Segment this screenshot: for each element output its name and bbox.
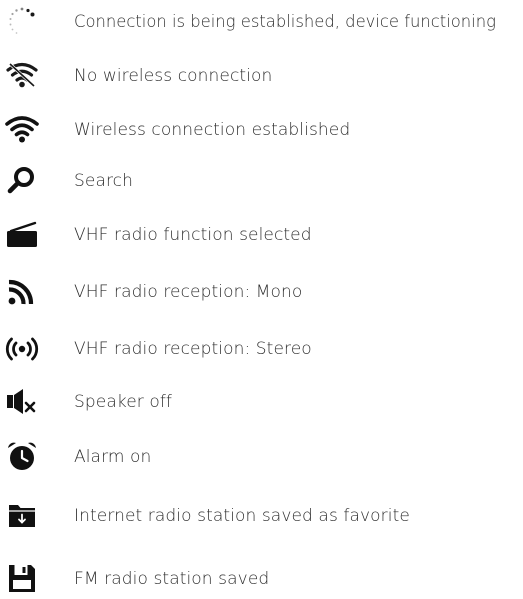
loading-spinner-icon bbox=[2, 2, 42, 42]
legend-row-connecting: Connection is being established, device … bbox=[0, 2, 523, 42]
legend-row-wireless-established: Wireless connection established bbox=[0, 110, 523, 150]
legend-label: VHF radio reception: Mono bbox=[74, 282, 303, 302]
legend-row-speaker-off: Speaker off bbox=[0, 382, 523, 422]
wifi-off-icon bbox=[2, 56, 42, 96]
legend-row-search: Search bbox=[0, 161, 523, 201]
icon-legend: Connection is being established, device … bbox=[0, 0, 523, 592]
search-icon bbox=[2, 161, 42, 201]
folder-download-icon bbox=[2, 496, 42, 536]
floppy-disk-icon bbox=[2, 559, 42, 599]
legend-label: VHF radio reception: Stereo bbox=[74, 339, 312, 359]
legend-row-vhf-radio: VHF radio function selected bbox=[0, 215, 523, 255]
rss-mono-icon bbox=[2, 272, 42, 312]
alarm-clock-icon bbox=[2, 437, 42, 477]
broadcast-stereo-icon bbox=[2, 329, 42, 369]
legend-label: VHF radio function selected bbox=[74, 225, 312, 245]
legend-label: Search bbox=[74, 171, 134, 191]
legend-row-vhf-stereo: VHF radio reception: Stereo bbox=[0, 329, 523, 369]
legend-label: Speaker off bbox=[74, 392, 173, 412]
wifi-icon bbox=[2, 110, 42, 150]
legend-label: Connection is being established, device … bbox=[74, 12, 496, 31]
speaker-off-icon bbox=[2, 382, 42, 422]
legend-label: Alarm on bbox=[74, 447, 152, 467]
legend-label: FM radio station saved bbox=[74, 569, 270, 589]
legend-row-internet-favorite: Internet radio station saved as favorite bbox=[0, 496, 523, 536]
radio-icon bbox=[2, 215, 42, 255]
legend-row-no-wireless: No wireless connection bbox=[0, 56, 523, 96]
legend-row-vhf-mono: VHF radio reception: Mono bbox=[0, 272, 523, 312]
legend-label: Internet radio station saved as favorite bbox=[74, 506, 410, 526]
legend-row-alarm-on: Alarm on bbox=[0, 437, 523, 477]
legend-label: No wireless connection bbox=[74, 66, 273, 86]
legend-label: Wireless connection established bbox=[74, 120, 351, 140]
legend-row-fm-saved: FM radio station saved bbox=[0, 559, 523, 599]
